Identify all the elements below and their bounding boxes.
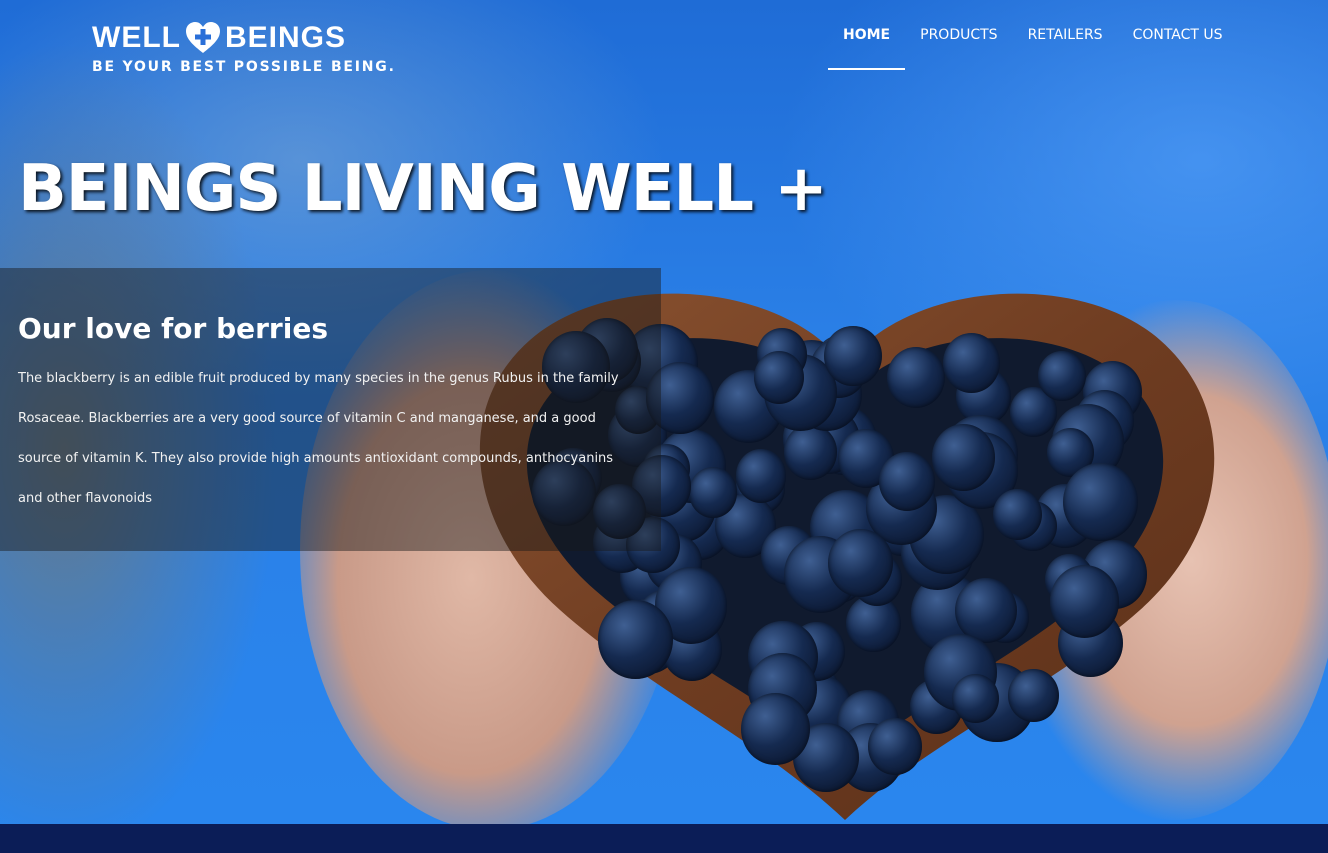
blackberry <box>597 600 673 679</box>
info-title: Our love for berries <box>18 312 328 345</box>
main-nav: HOME PRODUCTS RETAILERS CONTACT US <box>828 0 1238 70</box>
blackberry <box>735 449 787 503</box>
logo-word-left: WELL <box>92 21 181 54</box>
logo-tagline: BE YOUR BEST POSSIBLE BEING. <box>92 59 396 75</box>
blackberry <box>868 718 923 776</box>
info-text: The blackberry is an edible fruit produc… <box>18 371 619 506</box>
blackberry <box>741 693 810 766</box>
blackberry <box>1063 463 1138 542</box>
blackberry <box>1008 668 1059 722</box>
blackberry <box>783 424 837 481</box>
blackberry <box>942 333 1000 394</box>
hero-headline: BEINGS LIVING WELL + <box>18 152 828 226</box>
brand-logo[interactable]: WELL BEINGS BE YOUR BEST POSSIBLE BEING. <box>92 20 396 75</box>
blackberry <box>828 529 893 597</box>
nav-retailers-label: RETAILERS <box>1027 27 1103 43</box>
nav-products-label: PRODUCTS <box>920 27 998 43</box>
blackberry <box>993 488 1042 540</box>
nav-contact-us[interactable]: CONTACT US <box>1118 0 1238 70</box>
blackberry <box>951 674 999 724</box>
nav-home[interactable]: HOME <box>828 0 906 70</box>
blackberry <box>753 351 805 405</box>
logo-word-right: BEINGS <box>224 21 347 54</box>
logo-wordmark: WELL BEINGS <box>92 20 396 56</box>
footer-bar <box>0 824 1328 853</box>
nav-products[interactable]: PRODUCTS <box>905 0 1012 70</box>
info-panel: Our love for berries The blackberry is a… <box>0 268 661 551</box>
nav-retailers[interactable]: RETAILERS <box>1013 0 1118 70</box>
blackberry <box>931 424 996 492</box>
hero-image: WELL BEINGS BE YOUR BEST POSSIBLE BEING.… <box>0 0 1328 824</box>
blackberry <box>824 325 883 387</box>
blackberry <box>886 347 945 409</box>
blackberry <box>879 452 936 511</box>
heart-plus-icon <box>185 21 221 55</box>
blackberry <box>1038 350 1087 402</box>
blackberry <box>688 466 737 518</box>
nav-home-label: HOME <box>843 27 891 43</box>
nav-contact-us-label: CONTACT US <box>1132 27 1223 43</box>
